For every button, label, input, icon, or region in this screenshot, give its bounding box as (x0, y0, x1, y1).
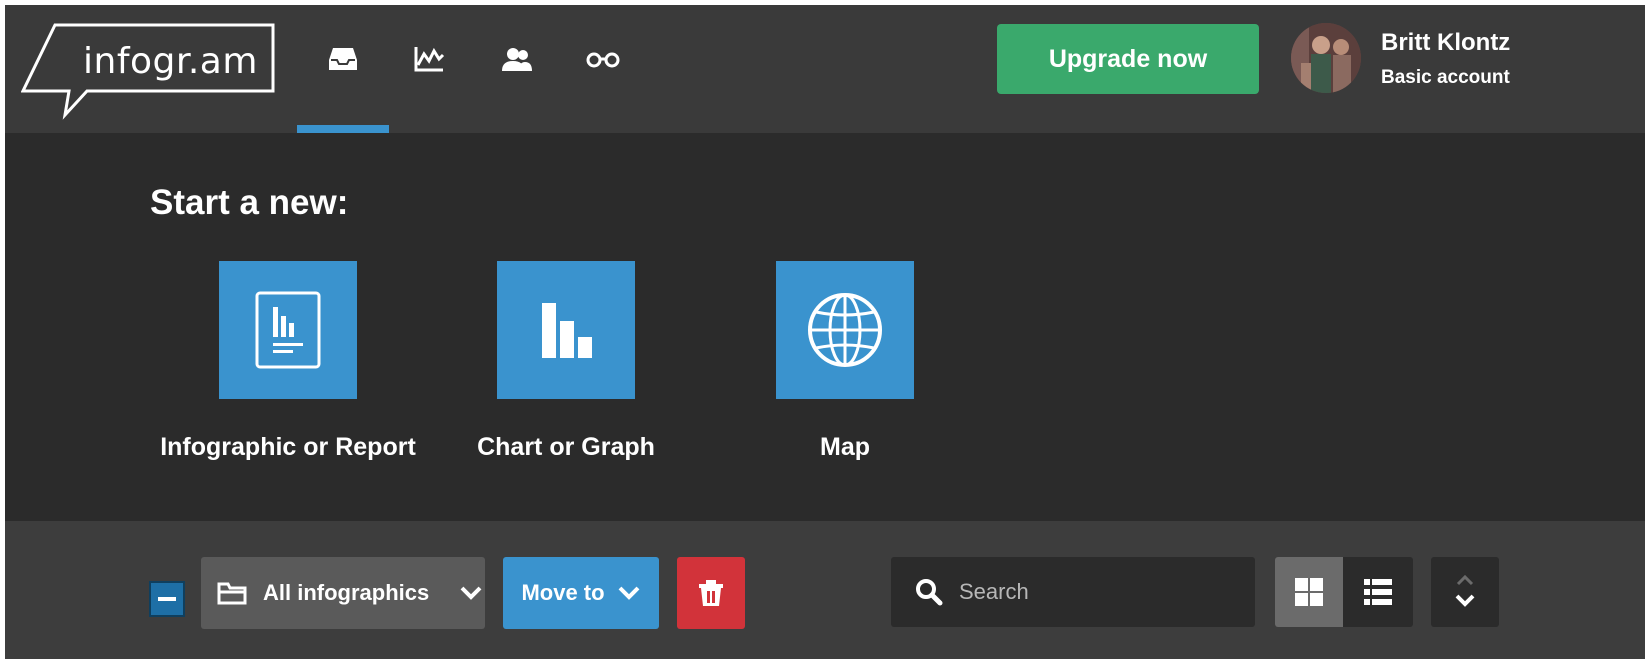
delete-button[interactable] (677, 557, 745, 629)
nav-explore[interactable] (583, 39, 623, 79)
section-title: Start a new: (150, 183, 349, 222)
chevron-down-icon (460, 586, 482, 600)
users-icon (502, 48, 532, 71)
search-icon (916, 579, 943, 606)
folder-dropdown[interactable]: All infographics (201, 557, 485, 629)
sort-button[interactable] (1431, 557, 1499, 627)
new-map-tile[interactable] (776, 261, 914, 399)
sort-icon (1455, 574, 1475, 607)
user-name[interactable]: Britt Klontz (1381, 29, 1510, 57)
bar-chart-icon (542, 303, 592, 358)
tile-label-infographic: Infographic or Report (160, 433, 416, 461)
upgrade-button[interactable]: Upgrade now (997, 24, 1259, 94)
app-frame: infogr.am Upgrade now Britt Klontz Basic… (5, 5, 1645, 659)
new-infographic-tile[interactable] (219, 261, 357, 399)
tile-label-map: Map (820, 433, 870, 461)
account-plan: Basic account (1381, 67, 1510, 88)
tile-label-chart: Chart or Graph (477, 433, 655, 461)
search-input[interactable] (957, 578, 1231, 606)
new-chart-tile[interactable] (497, 261, 635, 399)
nav-inbox[interactable] (323, 39, 363, 79)
avatar[interactable] (1291, 23, 1361, 93)
folder-icon (217, 582, 247, 605)
inbox-icon (329, 48, 357, 70)
user-photo-icon (1291, 23, 1361, 93)
nav-charts[interactable] (409, 39, 449, 79)
minus-icon (158, 597, 176, 601)
top-bar: infogr.am Upgrade now Britt Klontz Basic… (5, 5, 1645, 133)
grid-view-button[interactable] (1275, 557, 1343, 627)
search-box[interactable] (891, 557, 1255, 627)
nav-team[interactable] (497, 39, 537, 79)
logo[interactable]: infogr.am (21, 23, 291, 123)
grid-icon (1295, 578, 1323, 606)
line-chart-icon (414, 47, 445, 72)
select-all-checkbox[interactable] (149, 581, 185, 617)
glasses-icon (586, 52, 620, 68)
chevron-down-icon (618, 586, 639, 600)
folder-dropdown-label: All infographics (263, 580, 430, 605)
globe-icon (808, 293, 882, 367)
trash-icon (699, 580, 723, 606)
logo-text: infogr.am (83, 41, 258, 82)
active-nav-indicator (297, 125, 389, 133)
move-to-label: Move to (521, 580, 605, 605)
list-view-button[interactable] (1343, 557, 1413, 627)
list-icon (1364, 579, 1392, 605)
move-to-button[interactable]: Move to (503, 557, 659, 629)
report-icon (255, 291, 321, 369)
